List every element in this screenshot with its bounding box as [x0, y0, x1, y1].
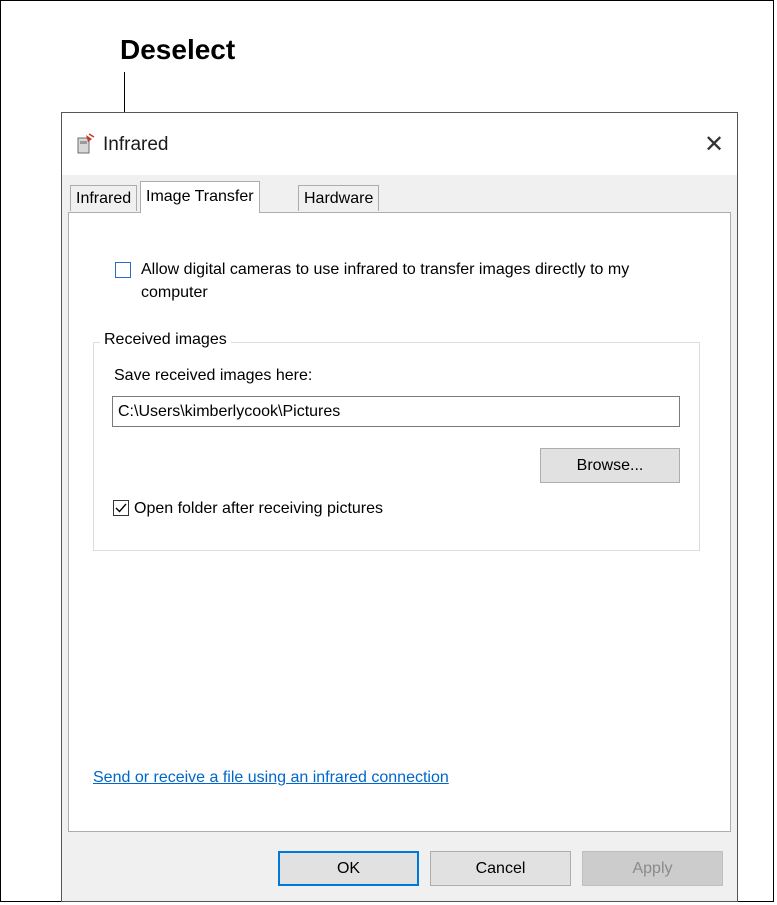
received-images-group: Received images Save received images her… [93, 331, 700, 551]
tab-infrared[interactable]: Infrared [70, 185, 138, 211]
cancel-button[interactable]: Cancel [430, 851, 571, 886]
infrared-app-icon [77, 133, 95, 154]
open-folder-label[interactable]: Open folder after receiving pictures [134, 497, 383, 520]
save-path-field[interactable] [112, 396, 680, 427]
close-icon[interactable]: ✕ [691, 113, 737, 175]
checkmark-icon [115, 503, 127, 513]
send-receive-link[interactable]: Send or receive a file using an infrared… [93, 769, 449, 787]
allow-cameras-label[interactable]: Allow digital cameras to use infrared to… [141, 258, 681, 304]
group-title: Received images [100, 331, 231, 349]
infrared-dialog: Infrared ✕ Infrared Image Transfer Hardw… [61, 112, 738, 902]
tab-image-transfer[interactable]: Image Transfer [140, 181, 260, 213]
allow-cameras-checkbox[interactable] [115, 262, 131, 278]
apply-button[interactable]: Apply [582, 851, 723, 886]
ok-button[interactable]: OK [278, 851, 419, 886]
open-folder-checkbox[interactable] [113, 500, 129, 516]
tab-hardware[interactable]: Hardware [298, 185, 380, 211]
annotation-callout: Deselect [120, 34, 236, 65]
browse-button[interactable]: Browse... [540, 448, 680, 483]
tab-panel-image-transfer: Allow digital cameras to use infrared to… [68, 212, 731, 832]
dialog-title: Infrared [103, 134, 169, 155]
save-location-label: Save received images here: [114, 367, 313, 384]
title-bar: Infrared ✕ [62, 113, 737, 175]
